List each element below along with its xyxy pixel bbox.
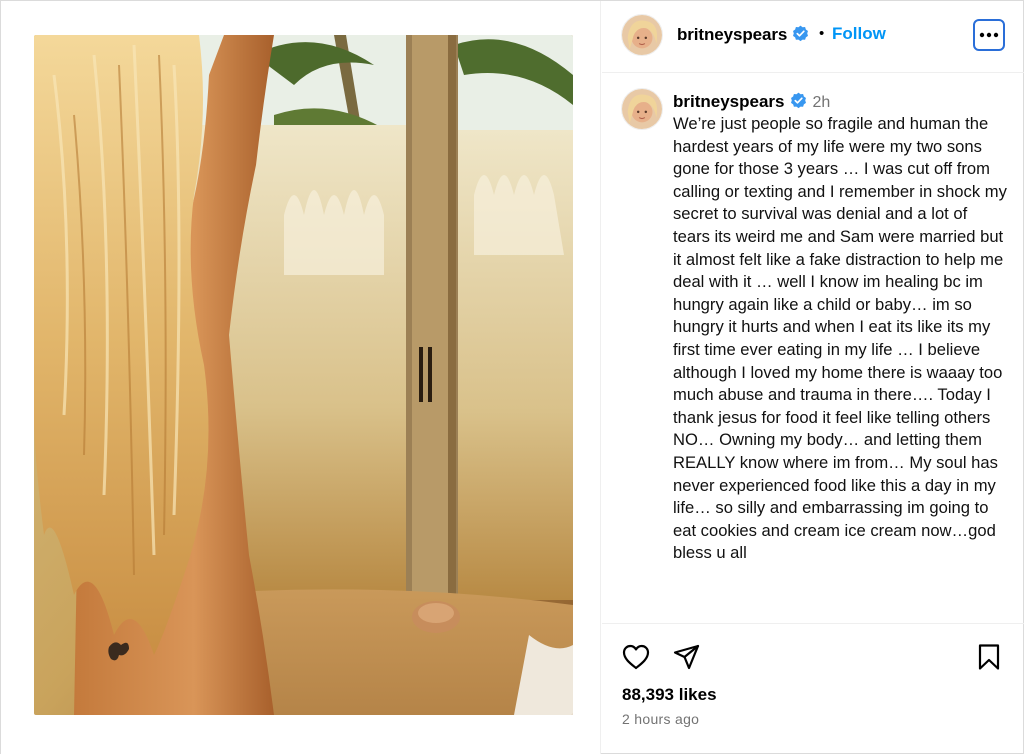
caption-section: britneyspears 2h We’re just people so fr… — [602, 74, 1024, 622]
post-side-panel: britneyspears • Follow britneyspears 2h … — [602, 1, 1024, 754]
post-author-username[interactable]: britneyspears — [677, 25, 809, 45]
actions-section: 88,393 likes 2 hours ago — [602, 623, 1024, 754]
separator-dot: • — [819, 25, 825, 42]
media-pane — [1, 1, 601, 754]
caption-username[interactable]: britneyspears — [673, 92, 785, 111]
username-text: britneyspears — [677, 25, 788, 44]
likes-count[interactable]: 88,393 likes — [622, 685, 717, 705]
follow-button[interactable]: Follow — [832, 24, 886, 44]
verified-badge-icon — [790, 92, 806, 109]
caption-text: We’re just people so fragile and human t… — [673, 114, 1007, 563]
save-button[interactable] — [974, 642, 1004, 672]
post-photo[interactable] — [34, 35, 573, 715]
send-icon — [673, 644, 700, 670]
caption-timestamp[interactable]: 2h — [813, 94, 831, 111]
avatar[interactable] — [621, 14, 663, 56]
like-button[interactable] — [621, 642, 651, 672]
bookmark-icon — [978, 644, 1000, 670]
verified-badge-icon — [793, 25, 809, 42]
caption-avatar[interactable] — [621, 88, 663, 130]
post-header: britneyspears • Follow — [602, 1, 1024, 73]
post-photo-image — [34, 35, 573, 715]
caption-header: britneyspears 2h — [673, 92, 830, 112]
post-dialog: britneyspears • Follow britneyspears 2h … — [0, 0, 1024, 754]
heart-icon — [622, 644, 650, 670]
share-button[interactable] — [672, 642, 702, 672]
post-timestamp[interactable]: 2 hours ago — [622, 711, 699, 727]
more-options-icon — [979, 32, 999, 38]
more-options-button[interactable] — [973, 19, 1005, 51]
